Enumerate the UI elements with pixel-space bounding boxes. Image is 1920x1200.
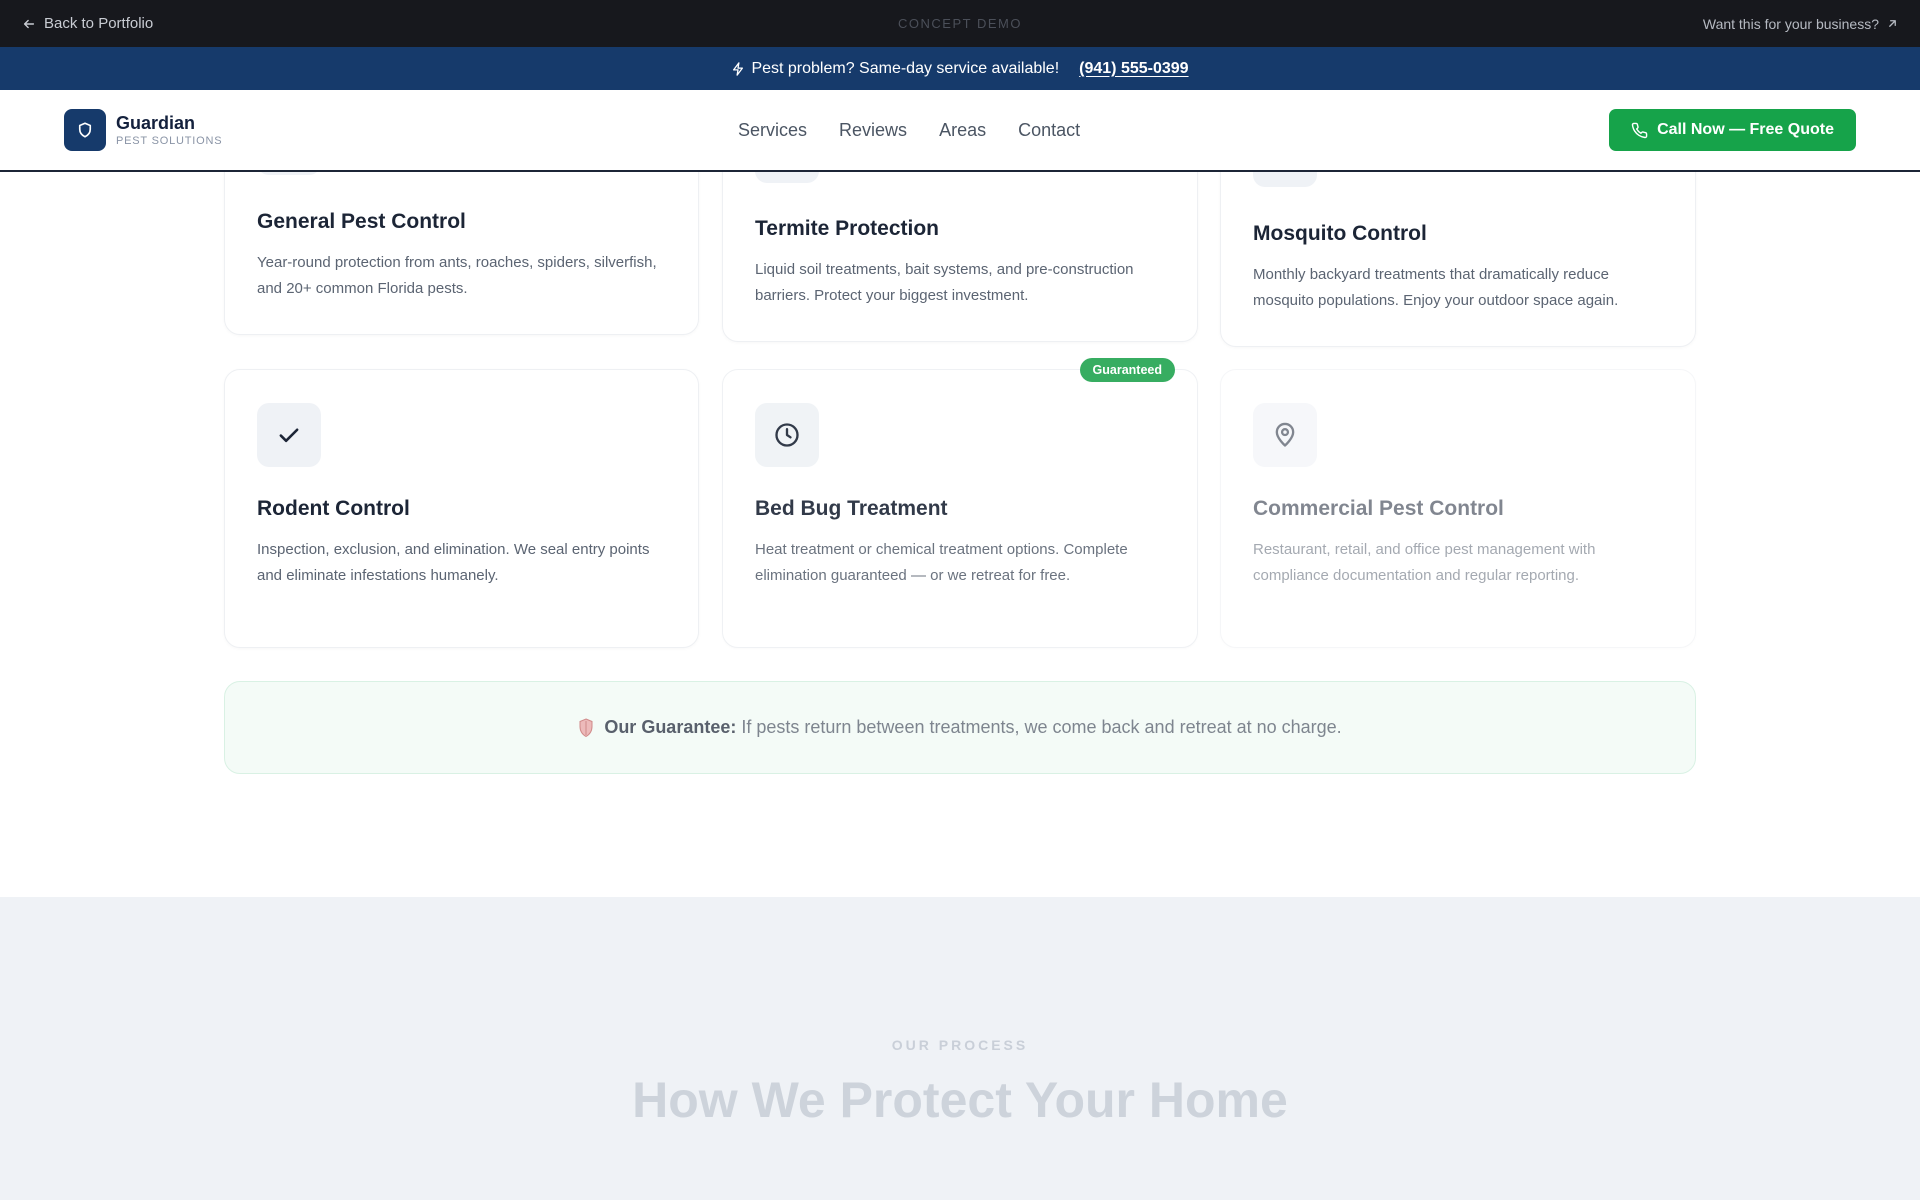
nav-link-services[interactable]: Services: [738, 120, 807, 141]
process-title: How We Protect Your Home: [632, 1072, 1288, 1128]
shield-icon: [579, 717, 593, 737]
service-title: General Pest Control: [257, 210, 466, 233]
brand-logo[interactable]: Guardian PEST SOLUTIONS: [64, 109, 222, 151]
back-to-portfolio-label: Back to Portfolio: [44, 15, 154, 32]
service-description: Heat treatment or chemical treatment opt…: [755, 541, 1128, 584]
service-description: Liquid soil treatments, bait systems, an…: [755, 261, 1134, 304]
nav-links: Services Reviews Areas Contact: [738, 120, 1080, 141]
service-title: Bed Bug Treatment: [755, 497, 948, 520]
back-to-portfolio-link[interactable]: Back to Portfolio: [22, 15, 153, 32]
service-description: Year-round protection from ants, roaches…: [257, 254, 657, 297]
guarantee-banner: Our Guarantee: If pests return between t…: [224, 681, 1696, 774]
arrow-left-icon: [23, 19, 35, 28]
arrow-up-right-icon: [1889, 20, 1896, 27]
want-this-link[interactable]: Want this for your business?: [1703, 16, 1898, 32]
service-description: Restaurant, retail, and office pest mana…: [1253, 541, 1596, 584]
main-nav: Guardian PEST SOLUTIONS Services Reviews…: [0, 90, 1920, 172]
guarantee-label: Our Guarantee:: [604, 717, 737, 737]
check-icon: [279, 428, 299, 443]
service-title: Commercial Pest Control: [1253, 497, 1504, 520]
alert-phone-link[interactable]: (941) 555-0399: [1079, 60, 1188, 78]
brand-tagline: PEST SOLUTIONS: [116, 134, 223, 147]
process-eyebrow: OUR PROCESS: [891, 1037, 1029, 1053]
alert-message: Pest problem? Same-day service available…: [731, 60, 1059, 78]
concept-demo-label: CONCEPT DEMO: [898, 16, 1022, 31]
service-card-bed-bug[interactable]: Guaranteed Bed Bug Treatment Heat treatm…: [722, 358, 1198, 648]
service-description: Inspection, exclusion, and elimination. …: [257, 541, 650, 584]
call-now-label: Call Now — Free Quote: [1657, 121, 1834, 138]
clock-icon: [775, 423, 799, 447]
guarantee-text: Our Guarantee: If pests return between t…: [604, 717, 1341, 738]
phone-icon: [1631, 122, 1648, 138]
process-section: OUR PROCESS How We Protect Your Home: [0, 897, 1920, 1200]
service-icon-box: [755, 403, 819, 467]
map-pin-icon: [1275, 422, 1295, 447]
service-icon-box: [257, 403, 321, 467]
brand-name: Guardian: [116, 112, 196, 133]
brand-text: Guardian PEST SOLUTIONS: [116, 113, 222, 148]
alert-text: Pest problem? Same-day service available…: [751, 59, 1060, 77]
guaranteed-badge: Guaranteed: [1079, 358, 1175, 382]
service-description: Monthly backyard treatments that dramati…: [1253, 266, 1619, 309]
nav-link-areas[interactable]: Areas: [939, 120, 986, 141]
service-title: Rodent Control: [257, 497, 410, 520]
lightning-icon: [733, 61, 744, 76]
nav-link-reviews[interactable]: Reviews: [839, 120, 907, 141]
service-title: Mosquito Control: [1253, 222, 1427, 245]
nav-link-contact[interactable]: Contact: [1018, 120, 1080, 141]
shield-icon: [78, 122, 92, 138]
brand-mark: [64, 109, 106, 151]
service-title: Termite Protection: [755, 217, 939, 240]
call-now-button[interactable]: Call Now — Free Quote: [1609, 109, 1856, 151]
alert-bar: Pest problem? Same-day service available…: [0, 47, 1920, 90]
want-this-label: Want this for your business?: [1702, 15, 1879, 32]
guarantee-body: If pests return between treatments, we c…: [741, 717, 1342, 737]
service-card-rodent[interactable]: Rodent Control Inspection, exclusion, an…: [224, 369, 699, 648]
service-icon-box: [1253, 403, 1317, 467]
service-card-commercial[interactable]: Commercial Pest Control Restaurant, reta…: [1220, 369, 1696, 648]
demo-bar: Back to Portfolio CONCEPT DEMO Want this…: [0, 0, 1920, 47]
